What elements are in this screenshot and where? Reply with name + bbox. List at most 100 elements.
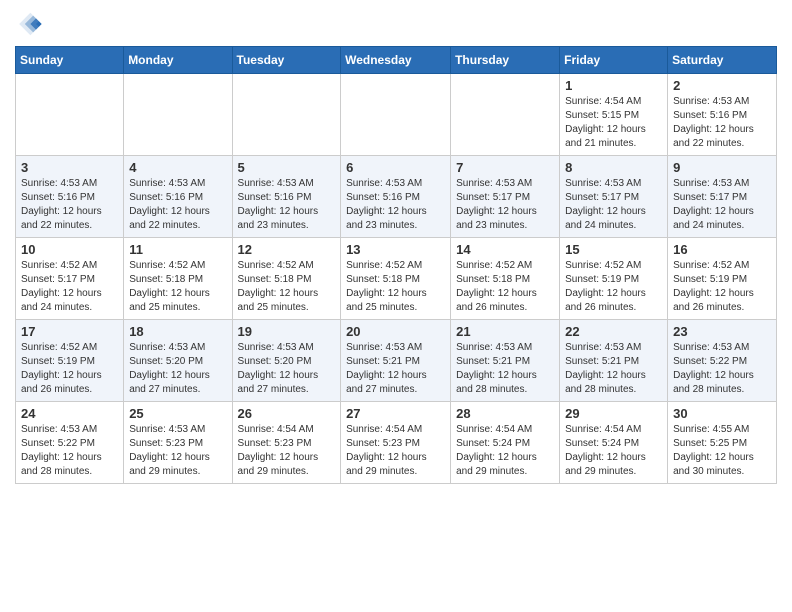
calendar-cell: 26 Sunrise: 4:54 AM Sunset: 5:23 PM Dayli… [232, 402, 341, 484]
day-info: Sunrise: 4:53 AM Sunset: 5:17 PM Dayligh… [456, 177, 554, 233]
day-info: Sunrise: 4:53 AM Sunset: 5:20 PM Dayligh… [129, 341, 226, 397]
calendar-cell: 3 Sunrise: 4:53 AM Sunset: 5:16 PM Daylig… [16, 156, 124, 238]
day-number: 18 [129, 324, 226, 339]
weekday-header-wednesday: Wednesday [341, 47, 451, 74]
day-info: Sunrise: 4:53 AM Sunset: 5:21 PM Dayligh… [565, 341, 662, 397]
calendar-table: SundayMondayTuesdayWednesdayThursdayFrid… [15, 46, 777, 484]
day-info: Sunrise: 4:53 AM Sunset: 5:16 PM Dayligh… [346, 177, 445, 233]
day-number: 4 [129, 160, 226, 175]
weekday-header-tuesday: Tuesday [232, 47, 341, 74]
calendar-cell: 28 Sunrise: 4:54 AM Sunset: 5:24 PM Dayli… [451, 402, 560, 484]
calendar-cell: 9 Sunrise: 4:53 AM Sunset: 5:17 PM Daylig… [668, 156, 777, 238]
calendar-cell: 21Sunrise: 4:53 AM Sunset: 5:21 PM Dayli… [451, 320, 560, 402]
calendar-cell: 30 Sunrise: 4:55 AM Sunset: 5:25 PM Dayli… [668, 402, 777, 484]
day-info: Sunrise: 4:54 AM Sunset: 5:23 PM Dayligh… [346, 423, 445, 479]
weekday-header-saturday: Saturday [668, 47, 777, 74]
day-info: Sunrise: 4:53 AM Sunset: 5:16 PM Dayligh… [21, 177, 118, 233]
day-number: 3 [21, 160, 118, 175]
day-number: 10 [21, 242, 118, 257]
calendar-cell: 16 Sunrise: 4:52 AM Sunset: 5:19 PM Dayli… [668, 238, 777, 320]
weekday-header-sunday: Sunday [16, 47, 124, 74]
day-number: 30 [673, 406, 771, 421]
week-row-3: 17 Sunrise: 4:52 AM Sunset: 5:19 PM Dayli… [16, 320, 777, 402]
calendar-cell [124, 74, 232, 156]
calendar-cell: 17 Sunrise: 4:52 AM Sunset: 5:19 PM Dayli… [16, 320, 124, 402]
calendar-cell: 1 Sunrise: 4:54 AM Sunset: 5:15 PM Daylig… [560, 74, 668, 156]
calendar-cell: 6 Sunrise: 4:53 AM Sunset: 5:16 PM Daylig… [341, 156, 451, 238]
day-number: 7 [456, 160, 554, 175]
calendar-cell: 24Sunrise: 4:53 AM Sunset: 5:22 PM Dayli… [16, 402, 124, 484]
calendar-cell [232, 74, 341, 156]
day-number: 20 [346, 324, 445, 339]
calendar-cell: 15 Sunrise: 4:52 AM Sunset: 5:19 PM Dayli… [560, 238, 668, 320]
week-row-1: 3 Sunrise: 4:53 AM Sunset: 5:16 PM Daylig… [16, 156, 777, 238]
day-info: Sunrise: 4:52 AM Sunset: 5:19 PM Dayligh… [673, 259, 771, 315]
day-info: Sunrise: 4:55 AM Sunset: 5:25 PM Dayligh… [673, 423, 771, 479]
day-number: 19 [238, 324, 336, 339]
calendar-cell [16, 74, 124, 156]
logo-icon [15, 10, 43, 38]
week-row-0: 1 Sunrise: 4:54 AM Sunset: 5:15 PM Daylig… [16, 74, 777, 156]
day-info: Sunrise: 4:53 AM Sunset: 5:21 PM Dayligh… [346, 341, 445, 397]
day-info: Sunrise: 4:53 AM Sunset: 5:23 PM Dayligh… [129, 423, 226, 479]
weekday-header-friday: Friday [560, 47, 668, 74]
calendar-cell: 10 Sunrise: 4:52 AM Sunset: 5:17 PM Dayli… [16, 238, 124, 320]
day-info: Sunrise: 4:53 AM Sunset: 5:17 PM Dayligh… [565, 177, 662, 233]
day-number: 9 [673, 160, 771, 175]
day-number: 27 [346, 406, 445, 421]
day-info: Sunrise: 4:52 AM Sunset: 5:19 PM Dayligh… [565, 259, 662, 315]
day-number: 22 [565, 324, 662, 339]
calendar-cell: 12 Sunrise: 4:52 AM Sunset: 5:18 PM Dayli… [232, 238, 341, 320]
calendar-cell: 7 Sunrise: 4:53 AM Sunset: 5:17 PM Daylig… [451, 156, 560, 238]
day-info: Sunrise: 4:52 AM Sunset: 5:18 PM Dayligh… [238, 259, 336, 315]
day-number: 8 [565, 160, 662, 175]
weekday-header-row: SundayMondayTuesdayWednesdayThursdayFrid… [16, 47, 777, 74]
day-number: 6 [346, 160, 445, 175]
day-number: 26 [238, 406, 336, 421]
day-info: Sunrise: 4:52 AM Sunset: 5:17 PM Dayligh… [21, 259, 118, 315]
calendar-cell [341, 74, 451, 156]
day-number: 2 [673, 78, 771, 93]
calendar-cell: 19 Sunrise: 4:53 AM Sunset: 5:20 PM Dayli… [232, 320, 341, 402]
calendar-cell: 5Sunrise: 4:53 AM Sunset: 5:16 PM Daylig… [232, 156, 341, 238]
day-number: 11 [129, 242, 226, 257]
calendar-cell: 29Sunrise: 4:54 AM Sunset: 5:24 PM Dayli… [560, 402, 668, 484]
day-number: 14 [456, 242, 554, 257]
day-number: 1 [565, 78, 662, 93]
day-number: 28 [456, 406, 554, 421]
day-number: 24 [21, 406, 118, 421]
calendar-cell: 11 Sunrise: 4:52 AM Sunset: 5:18 PM Dayli… [124, 238, 232, 320]
day-number: 13 [346, 242, 445, 257]
day-number: 16 [673, 242, 771, 257]
weekday-header-monday: Monday [124, 47, 232, 74]
weekday-header-thursday: Thursday [451, 47, 560, 74]
day-info: Sunrise: 4:54 AM Sunset: 5:24 PM Dayligh… [456, 423, 554, 479]
calendar-cell: 8 Sunrise: 4:53 AM Sunset: 5:17 PM Daylig… [560, 156, 668, 238]
day-number: 25 [129, 406, 226, 421]
day-info: Sunrise: 4:52 AM Sunset: 5:19 PM Dayligh… [21, 341, 118, 397]
calendar-cell: 25 Sunrise: 4:53 AM Sunset: 5:23 PM Dayli… [124, 402, 232, 484]
page: SundayMondayTuesdayWednesdayThursdayFrid… [0, 0, 792, 612]
day-number: 29 [565, 406, 662, 421]
header [15, 10, 777, 38]
day-number: 12 [238, 242, 336, 257]
day-info: Sunrise: 4:53 AM Sunset: 5:17 PM Dayligh… [673, 177, 771, 233]
day-info: Sunrise: 4:54 AM Sunset: 5:23 PM Dayligh… [238, 423, 336, 479]
day-number: 23 [673, 324, 771, 339]
day-number: 21 [456, 324, 554, 339]
calendar-cell: 18 Sunrise: 4:53 AM Sunset: 5:20 PM Dayli… [124, 320, 232, 402]
calendar-cell: 2 Sunrise: 4:53 AM Sunset: 5:16 PM Daylig… [668, 74, 777, 156]
calendar-cell: 22 Sunrise: 4:53 AM Sunset: 5:21 PM Dayli… [560, 320, 668, 402]
calendar-cell: 14Sunrise: 4:52 AM Sunset: 5:18 PM Dayli… [451, 238, 560, 320]
calendar-cell: 4Sunrise: 4:53 AM Sunset: 5:16 PM Daylig… [124, 156, 232, 238]
day-info: Sunrise: 4:54 AM Sunset: 5:15 PM Dayligh… [565, 95, 662, 151]
day-number: 17 [21, 324, 118, 339]
day-info: Sunrise: 4:52 AM Sunset: 5:18 PM Dayligh… [346, 259, 445, 315]
day-info: Sunrise: 4:52 AM Sunset: 5:18 PM Dayligh… [129, 259, 226, 315]
week-row-2: 10 Sunrise: 4:52 AM Sunset: 5:17 PM Dayli… [16, 238, 777, 320]
day-info: Sunrise: 4:53 AM Sunset: 5:20 PM Dayligh… [238, 341, 336, 397]
day-number: 15 [565, 242, 662, 257]
day-info: Sunrise: 4:53 AM Sunset: 5:16 PM Dayligh… [238, 177, 336, 233]
day-info: Sunrise: 4:53 AM Sunset: 5:16 PM Dayligh… [673, 95, 771, 151]
calendar-cell: 23Sunrise: 4:53 AM Sunset: 5:22 PM Dayli… [668, 320, 777, 402]
